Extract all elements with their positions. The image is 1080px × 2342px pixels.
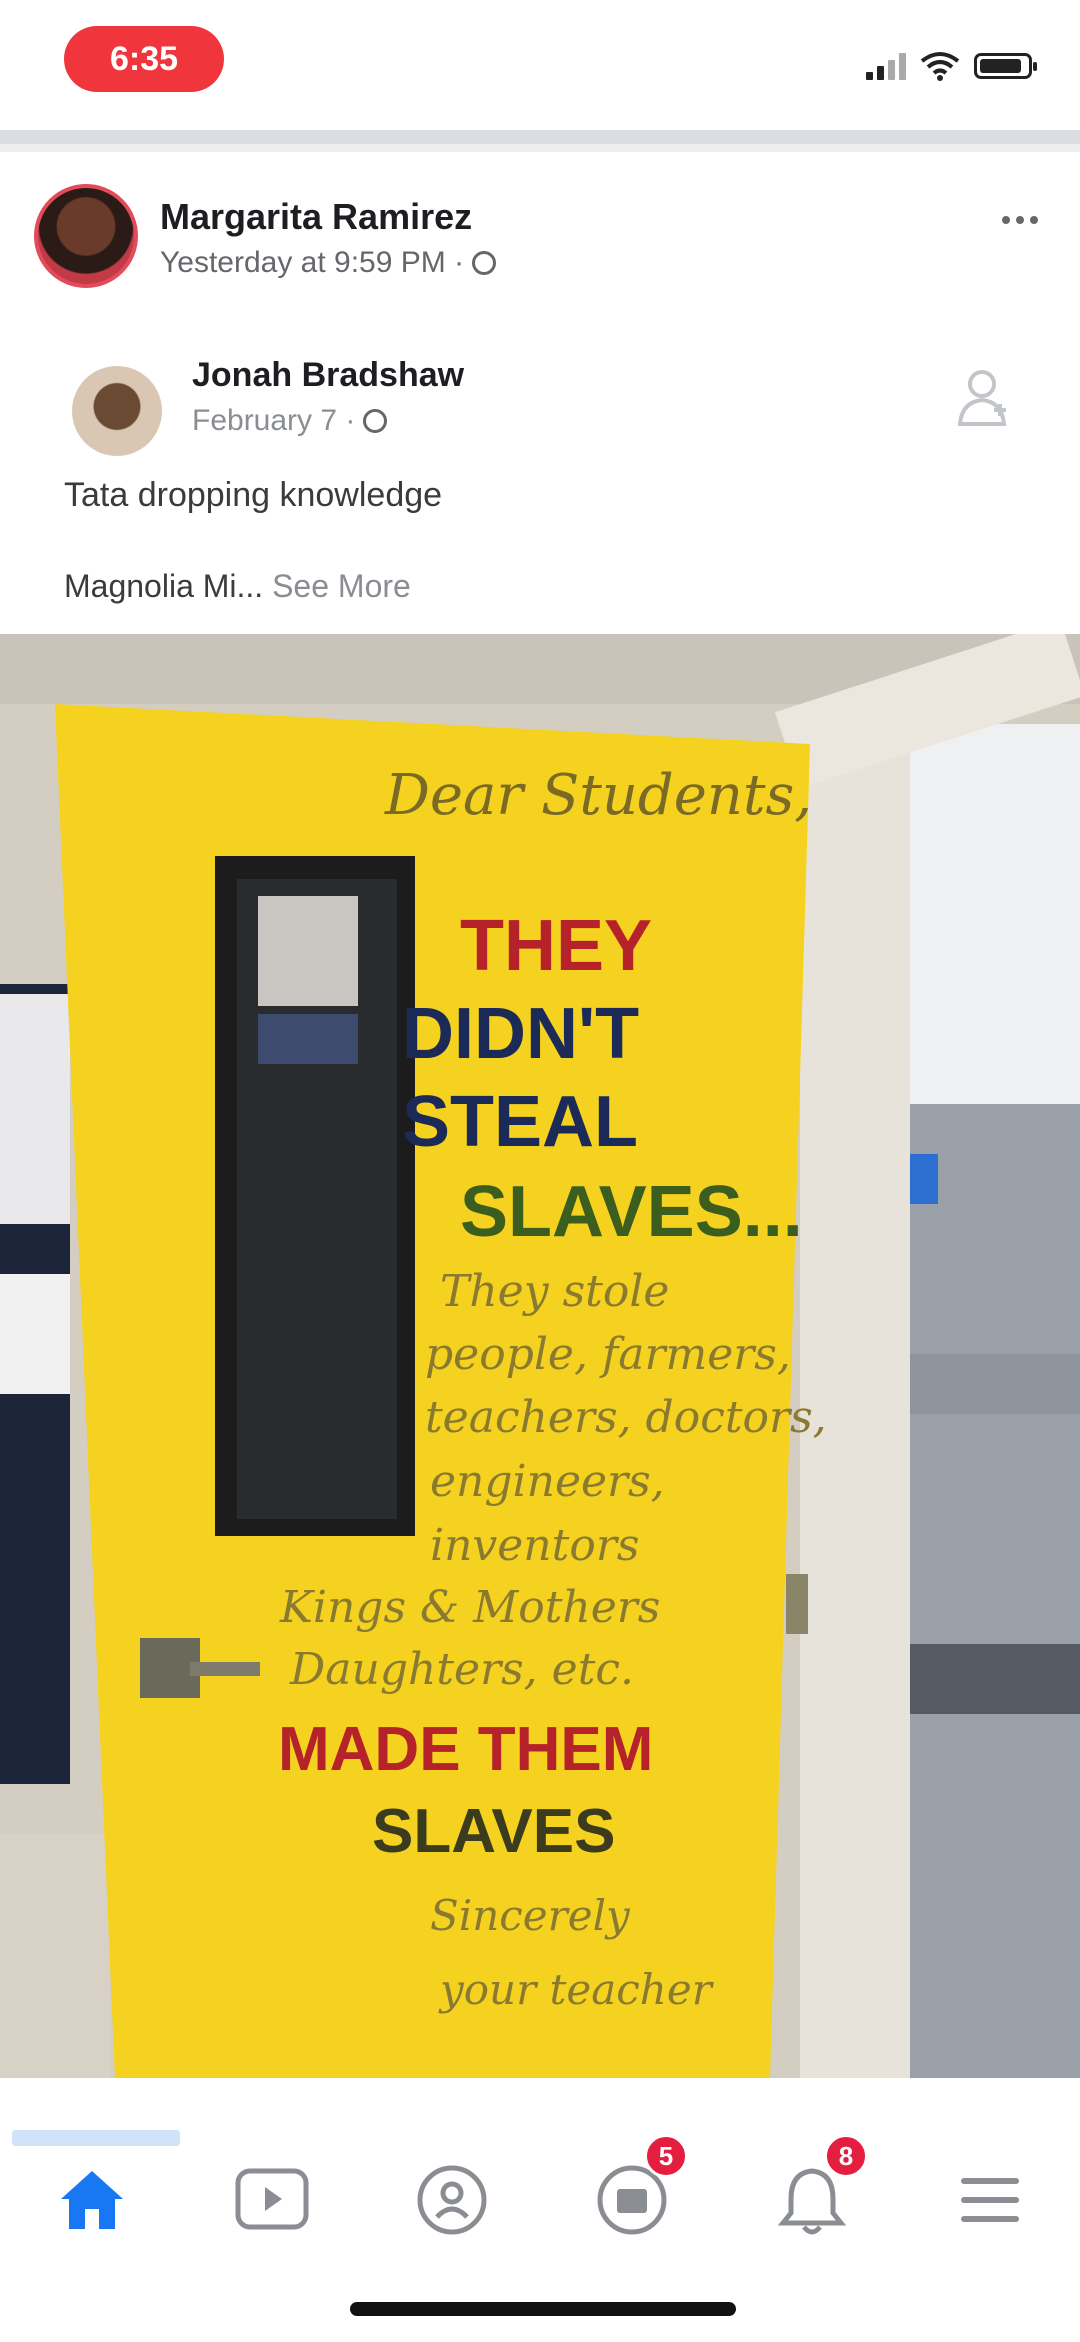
- post-photo[interactable]: Dear Students, THEY DIDN'T STEAL SLAVES.…: [0, 634, 1080, 2078]
- shared-author-avatar[interactable]: [72, 366, 162, 456]
- sign-line-made-them: MADE THEM: [278, 1715, 653, 1784]
- sign-small-4: engineers,: [430, 1456, 665, 1507]
- dot-icon: [1030, 216, 1038, 224]
- sign-line-slaves: SLAVES...: [460, 1172, 803, 1252]
- battery-icon: [974, 53, 1037, 79]
- shared-post-meta: February 7 ·: [192, 404, 388, 438]
- sign-small-5: inventors: [430, 1520, 639, 1571]
- sign-line-they: THEY: [460, 906, 652, 986]
- shared-timestamp[interactable]: February 7 ·: [192, 404, 355, 438]
- post-caption-preview: Magnolia Mi... See More: [64, 568, 411, 605]
- menu-icon: [961, 2178, 1019, 2222]
- notifications-badge: 5: [644, 2134, 688, 2178]
- dot-icon: [1016, 216, 1024, 224]
- home-icon: [61, 2171, 123, 2229]
- post-timestamp[interactable]: Yesterday at 9:59 PM ·: [160, 246, 464, 280]
- feed-divider: [0, 130, 1080, 144]
- tab-menu[interactable]: [940, 2150, 1040, 2250]
- post-meta: Yesterday at 9:59 PM ·: [160, 246, 497, 280]
- sign-line-slaves-2: SLAVES: [372, 1797, 615, 1866]
- post-author-name[interactable]: Margarita Ramirez: [160, 196, 472, 238]
- sign-line-didnt: DIDN'T: [402, 994, 639, 1074]
- sign-signature-1: Sincerely: [430, 1891, 631, 1940]
- feed-divider-shadow: [0, 144, 1080, 152]
- wifi-icon: [920, 52, 960, 81]
- active-tab-indicator: [12, 2130, 180, 2146]
- home-indicator[interactable]: [350, 2302, 736, 2316]
- status-time[interactable]: 6:35: [64, 26, 224, 92]
- bottom-tab-bar: [0, 2078, 1080, 2268]
- add-friend-icon[interactable]: [954, 366, 1010, 428]
- sign-small-7: Daughters, etc.: [289, 1644, 634, 1695]
- status-bar: 6:35: [0, 0, 1080, 130]
- tab-alerts[interactable]: 8: [762, 2134, 868, 2250]
- post-caption: Tata dropping knowledge: [64, 476, 443, 514]
- post-more-button[interactable]: [990, 200, 1050, 240]
- system-icons: [866, 46, 1037, 86]
- tab-watch[interactable]: [222, 2150, 322, 2250]
- see-more-link[interactable]: See More: [263, 568, 411, 604]
- cellular-signal-icon: [866, 52, 906, 80]
- sign-signature-2: your teacher: [438, 1965, 715, 2014]
- public-globe-icon: [363, 409, 388, 433]
- tab-notifications[interactable]: 5: [582, 2134, 688, 2250]
- sign-small-3: teachers, doctors,: [425, 1392, 827, 1443]
- shared-author-name[interactable]: Jonah Bradshaw: [192, 356, 464, 395]
- alerts-badge: 8: [824, 2134, 868, 2178]
- sign-line-steal: STEAL: [402, 1082, 638, 1162]
- sign-small-2: people, farmers,: [425, 1329, 791, 1380]
- author-avatar[interactable]: [34, 184, 138, 288]
- video-icon: [235, 2168, 309, 2230]
- dot-icon: [1002, 216, 1010, 224]
- caption-truncated: Magnolia Mi...: [64, 568, 264, 604]
- door-sign-photo: Dear Students, THEY DIDN'T STEAL SLAVES.…: [0, 634, 1080, 2078]
- groups-icon: [417, 2165, 487, 2235]
- sign-small-6: Kings & Mothers: [279, 1582, 660, 1633]
- sign-small-1: They stole: [440, 1266, 669, 1317]
- sign-greeting: Dear Students,: [384, 763, 812, 828]
- tab-groups[interactable]: [402, 2150, 502, 2250]
- public-globe-icon: [472, 251, 497, 275]
- tab-home[interactable]: [42, 2150, 142, 2250]
